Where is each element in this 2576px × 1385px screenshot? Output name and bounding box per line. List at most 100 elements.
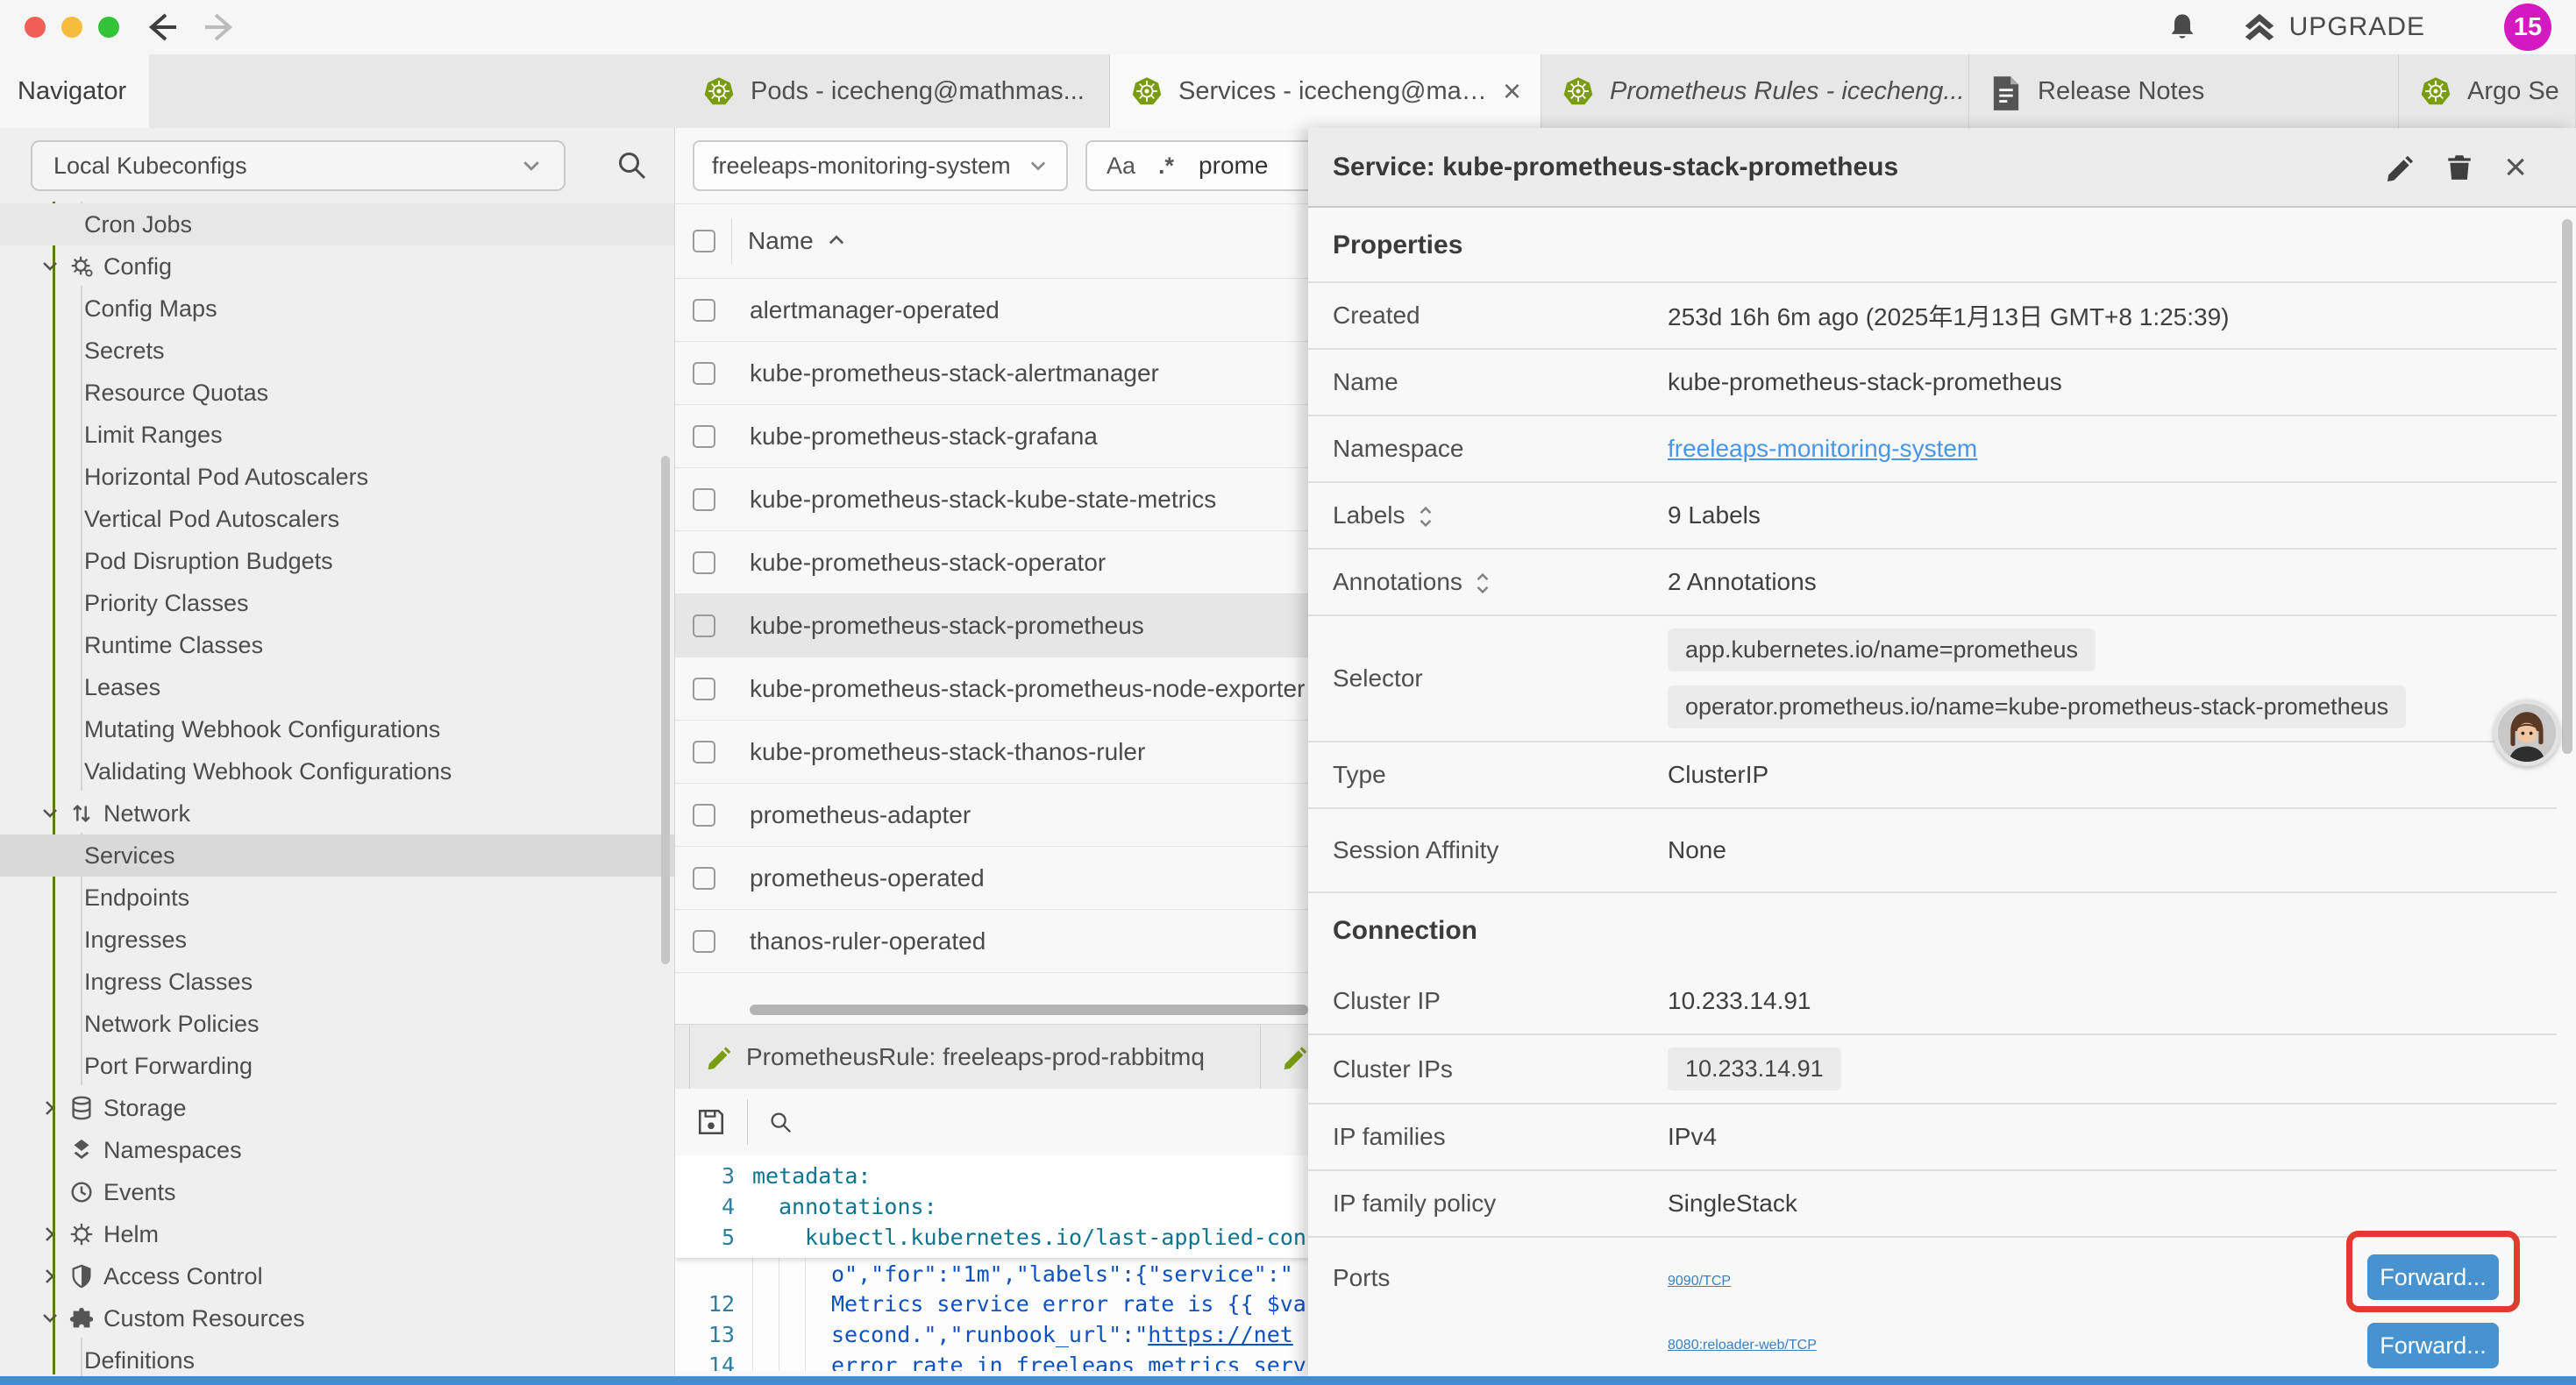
- port-link[interactable]: 9090/TCP: [1668, 1274, 1731, 1289]
- table-row[interactable]: kube-prometheus-stack-kube-state-metrics: [675, 468, 1308, 531]
- sidebar-item-ingress-classes[interactable]: Ingress Classes: [0, 961, 674, 1003]
- sidebar-item-cron-jobs[interactable]: Cron Jobs: [0, 203, 674, 245]
- regex-toggle[interactable]: .*: [1158, 153, 1174, 180]
- dock-tab-prometheusrule[interactable]: PrometheusRule: freeleaps-prod-rabbitmq: [689, 1025, 1261, 1089]
- sidebar-item-secrets[interactable]: Secrets: [0, 330, 674, 372]
- yaml-editor[interactable]: o","for":"1m","labels":{"service":"12Met…: [675, 1155, 1308, 1371]
- sidebar-item-runtime-classes[interactable]: Runtime Classes: [0, 624, 674, 666]
- sidebar-item-horizontal-pod-autoscalers[interactable]: Horizontal Pod Autoscalers: [0, 456, 674, 498]
- sidebar-search-icon[interactable]: [614, 147, 649, 182]
- save-icon[interactable]: [696, 1107, 726, 1137]
- sidebar-item-endpoints[interactable]: Endpoints: [0, 877, 674, 919]
- sidebar-item-network-policies[interactable]: Network Policies: [0, 1003, 674, 1045]
- tab-prometheus-rules-icecheng[interactable]: Prometheus Rules - icecheng...: [1541, 54, 1969, 128]
- namespace-select[interactable]: freeleaps-monitoring-system: [693, 140, 1068, 191]
- resource-search-input[interactable]: [1197, 151, 1297, 181]
- edit-pencil-icon[interactable]: [2385, 153, 2415, 182]
- forward-button[interactable]: [202, 11, 237, 44]
- table-row[interactable]: prometheus-adapter: [675, 784, 1308, 847]
- navigator-tab[interactable]: Navigator: [0, 54, 149, 128]
- sidebar-item-vertical-pod-autoscalers[interactable]: Vertical Pod Autoscalers: [0, 498, 674, 540]
- sidebar-item-helm[interactable]: Helm: [0, 1213, 674, 1255]
- back-button[interactable]: [145, 11, 180, 44]
- notifications-bell-icon[interactable]: [2167, 11, 2198, 43]
- tab-release-notes[interactable]: Release Notes: [1969, 54, 2399, 128]
- dock-tab-partial[interactable]: [1282, 1025, 1308, 1089]
- sidebar-item-storage[interactable]: Storage: [0, 1087, 674, 1129]
- service-name: kube-prometheus-stack-prometheus-node-ex…: [750, 675, 1305, 703]
- row-checkbox[interactable]: [693, 804, 715, 827]
- upgrade-button[interactable]: UPGRADE: [2242, 11, 2425, 44]
- editor-search-icon[interactable]: [767, 1109, 793, 1135]
- close-icon[interactable]: ×: [1503, 75, 1521, 107]
- row-checkbox[interactable]: [693, 741, 715, 764]
- editor-sticky-scroll: 3metadata:4annotations:5kubectl.kubernet…: [675, 1155, 1308, 1258]
- table-header: Name: [675, 203, 1308, 279]
- table-row[interactable]: thanos-ruler-operated: [675, 910, 1308, 973]
- table-row[interactable]: kube-prometheus-stack-alertmanager: [675, 342, 1308, 405]
- table-row[interactable]: kube-prometheus-stack-operator: [675, 531, 1308, 594]
- sidebar-item-definitions[interactable]: Definitions: [0, 1339, 674, 1371]
- sidebar-item-custom-resources[interactable]: Custom Resources: [0, 1297, 674, 1339]
- sidebar-item-access-control[interactable]: Access Control: [0, 1255, 674, 1297]
- detail-scrollbar[interactable]: [2562, 219, 2572, 754]
- row-checkbox[interactable]: [693, 678, 715, 700]
- sidebar-item-config[interactable]: Config: [0, 245, 674, 288]
- notifications-count-badge[interactable]: 15: [2504, 4, 2551, 51]
- tab-argo-se[interactable]: Argo Se: [2399, 54, 2576, 128]
- sidebar-item-validating-webhook-configurations[interactable]: Validating Webhook Configurations: [0, 750, 674, 792]
- detail-label: Ports: [1308, 1238, 1668, 1292]
- row-checkbox[interactable]: [693, 930, 715, 953]
- table-row[interactable]: kube-prometheus-stack-thanos-ruler: [675, 721, 1308, 784]
- row-checkbox[interactable]: [693, 551, 715, 574]
- sidebar-item-network[interactable]: Network: [0, 792, 674, 835]
- sort-ascending-icon[interactable]: [826, 231, 847, 252]
- kubeconfig-select[interactable]: Local Kubeconfigs: [31, 140, 566, 191]
- sidebar-item-pod-disruption-budgets[interactable]: Pod Disruption Budgets: [0, 540, 674, 582]
- sidebar-item-resource-quotas[interactable]: Resource Quotas: [0, 372, 674, 414]
- table-row[interactable]: kube-prometheus-stack-grafana: [675, 405, 1308, 468]
- sidebar-item-mutating-webhook-configurations[interactable]: Mutating Webhook Configurations: [0, 708, 674, 750]
- row-checkbox[interactable]: [693, 425, 715, 448]
- row-checkbox[interactable]: [693, 362, 715, 385]
- namespace-link[interactable]: freeleaps-monitoring-system: [1668, 435, 1977, 462]
- close-icon[interactable]: ×: [2504, 148, 2527, 187]
- upgrade-label: UPGRADE: [2289, 12, 2425, 42]
- window-close-button[interactable]: [25, 17, 46, 38]
- tab-services-icecheng-math[interactable]: Services - icecheng@math...×: [1110, 54, 1541, 128]
- sidebar-item-ingresses[interactable]: Ingresses: [0, 919, 674, 961]
- tab-pods-icecheng-mathmas[interactable]: Pods - icecheng@mathmas...: [682, 54, 1110, 128]
- section-heading: Properties: [1308, 210, 2557, 283]
- window-zoom-button[interactable]: [98, 17, 119, 38]
- table-row[interactable]: prometheus-operated: [675, 847, 1308, 910]
- row-checkbox[interactable]: [693, 299, 715, 322]
- table-row[interactable]: kube-prometheus-stack-prometheus: [675, 594, 1308, 657]
- sidebar-item-limit-ranges[interactable]: Limit Ranges: [0, 414, 674, 456]
- puzzle-icon: [68, 1305, 95, 1332]
- sidebar-scrollbar[interactable]: [661, 456, 670, 964]
- window-minimize-button[interactable]: [61, 17, 82, 38]
- port-link[interactable]: 8080:reloader-web/TCP: [1668, 1338, 1817, 1353]
- select-all-checkbox[interactable]: [693, 230, 715, 252]
- sidebar-item-port-forwarding[interactable]: Port Forwarding: [0, 1045, 674, 1087]
- services-list-pane: freeleaps-monitoring-system Aa .* Name a…: [675, 128, 1308, 1378]
- sidebar-item-namespaces[interactable]: Namespaces: [0, 1129, 674, 1171]
- row-checkbox[interactable]: [693, 614, 715, 637]
- sidebar-item-label: Limit Ranges: [84, 422, 223, 449]
- sidebar-item-leases[interactable]: Leases: [0, 666, 674, 708]
- sidebar-item-priority-classes[interactable]: Priority Classes: [0, 582, 674, 624]
- delete-trash-icon[interactable]: [2444, 153, 2474, 182]
- detail-value: app.kubernetes.io/name=prometheusoperato…: [1668, 616, 2557, 741]
- sidebar-item-config-maps[interactable]: Config Maps: [0, 288, 674, 330]
- table-row[interactable]: kube-prometheus-stack-prometheus-node-ex…: [675, 657, 1308, 721]
- horizontal-scrollbar[interactable]: [750, 1005, 1308, 1015]
- sidebar-item-events[interactable]: Events: [0, 1171, 674, 1213]
- match-case-toggle[interactable]: Aa: [1107, 153, 1135, 180]
- row-checkbox[interactable]: [693, 488, 715, 511]
- sidebar-item-services[interactable]: Services: [0, 835, 674, 877]
- forward-button[interactable]: Forward...: [2367, 1323, 2499, 1368]
- user-avatar[interactable]: [2494, 700, 2560, 766]
- name-column-header[interactable]: Name: [748, 227, 814, 255]
- table-row[interactable]: alertmanager-operated: [675, 279, 1308, 342]
- row-checkbox[interactable]: [693, 867, 715, 890]
